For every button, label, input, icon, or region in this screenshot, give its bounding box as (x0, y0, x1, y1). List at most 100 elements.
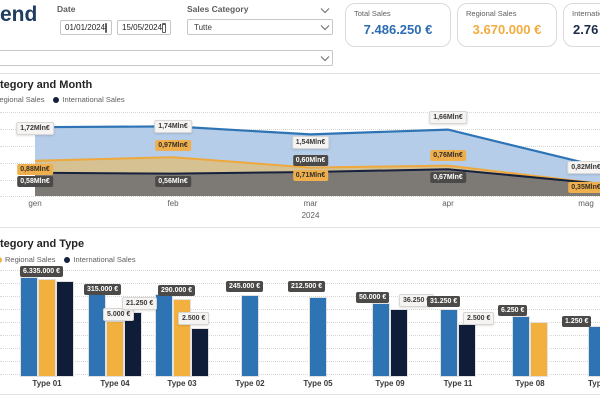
kpi-card-regional-sales: Regional Sales 3.670.000 € (457, 3, 557, 47)
bar-value-label: 50.000 € (356, 292, 390, 303)
calendar-icon (105, 22, 108, 33)
type-label: Type 03 (167, 379, 197, 388)
date-to-value: 15/05/2024 (122, 23, 163, 32)
bar-value-label: 21.250 € (122, 297, 158, 310)
bar-value-label: 1.250 € (562, 316, 592, 327)
area-series-label-international-sales: 0,58Mln€ (17, 175, 53, 187)
legend-dot (64, 256, 71, 263)
bar-international-sales[interactable] (125, 313, 141, 376)
area-series-label-regional-sales: 0,76Mln€ (430, 149, 466, 161)
bar-international-sales[interactable] (192, 329, 208, 376)
legend-item-regional-sales[interactable]: Regional Sales (0, 255, 55, 264)
bar-total-sales[interactable] (441, 310, 457, 376)
type-label: Type 01 (32, 379, 62, 388)
bar-total-sales[interactable] (589, 327, 600, 376)
chevron-down-icon[interactable] (320, 55, 330, 62)
bar-total-sales[interactable] (21, 278, 37, 376)
bar-value-label: 6.250 € (498, 305, 528, 316)
legend-label: Regional Sales (5, 255, 56, 264)
bar-regional-sales[interactable] (531, 323, 547, 376)
type-label: Type 02 (235, 379, 265, 388)
date-filter-label: Date (57, 4, 76, 14)
area-series-label-total-sales: 1,74Mln€ (154, 120, 192, 134)
bar-international-sales[interactable] (391, 310, 407, 376)
area-series-label-regional-sales: 0,97Mln€ (155, 140, 191, 152)
gridline (0, 196, 600, 197)
bar-total-sales[interactable] (156, 295, 172, 376)
month-label: apr (442, 199, 454, 208)
month-label: mag (578, 199, 594, 208)
year-label: 2024 (301, 211, 320, 220)
chevron-down-icon[interactable] (320, 24, 330, 31)
type-label: Type (587, 379, 600, 388)
kpi-value: 2.76 (573, 22, 599, 37)
bar-value-label: 212.500 € (288, 281, 326, 292)
type-label: Type 04 (100, 379, 130, 388)
bar-value-label: 245.000 € (226, 281, 264, 292)
bar-total-sales[interactable] (373, 304, 389, 376)
area-series-label-regional-sales: 0,35Mln€ (568, 182, 600, 193)
area-series-label-international-sales: 0,56Mln€ (155, 175, 191, 187)
date-from-input[interactable]: 01/01/2024 (60, 20, 112, 35)
kpi-card-international-sales: International Sales 2.76 (563, 3, 600, 47)
sales-category-value: Tutte (194, 22, 212, 32)
legend-item-international-sales[interactable]: International Sales (53, 95, 125, 104)
legend-label: International Sales (73, 255, 136, 264)
bar-total-sales[interactable] (242, 296, 258, 376)
area-series-label-regional-sales: 0,71Mln€ (292, 169, 329, 181)
divider (0, 227, 600, 228)
month-chart-title: tegory and Month (0, 79, 93, 91)
date-from-value: 01/01/2024 (65, 23, 106, 32)
bar-value-label: 6.335.000 € (20, 266, 63, 277)
area-series-label-international-sales: 0,60Mln€ (292, 155, 329, 166)
legend-dot (53, 96, 60, 103)
legend-item-regional-sales[interactable]: Regional Sales (0, 95, 44, 104)
bar-value-label: 2.500 € (178, 312, 210, 325)
type-label: Type 09 (375, 379, 405, 388)
legend-dot (0, 256, 2, 263)
bar-value-label: 31.250 € (427, 296, 461, 307)
bar-international-sales[interactable] (57, 282, 73, 376)
kpi-value: 7.486.250 € (363, 22, 433, 37)
page-title: end (0, 3, 38, 26)
sales-category-dropdown[interactable]: Tutte (187, 19, 333, 35)
area-series-label-total-sales: 0,82Mln€ (567, 161, 600, 175)
divider (0, 394, 600, 395)
divider (0, 73, 600, 74)
kpi-label: International Sales (572, 9, 600, 18)
type-chart-title: tegory and Type (0, 238, 85, 250)
area-series-label-international-sales: 0,67Mln€ (430, 172, 466, 184)
month-label: feb (167, 199, 179, 208)
gridline (0, 270, 600, 271)
calendar-icon (162, 22, 166, 33)
type-label: Type 05 (303, 379, 333, 388)
kpi-label: Total Sales (354, 9, 391, 18)
area-chart (34, 125, 600, 196)
legend-label: International Sales (62, 95, 125, 104)
area-series-label-total-sales: 1,54Mln€ (291, 136, 330, 150)
type-label: Type 08 (515, 379, 545, 388)
legend-item-international-sales[interactable]: International Sales (64, 255, 136, 264)
bar-regional-sales[interactable] (39, 280, 55, 376)
kpi-label: Regional Sales (466, 9, 517, 18)
sales-category-filter-label: Sales Category (187, 4, 249, 14)
bar-total-sales[interactable] (513, 317, 529, 376)
type-chart-legend: Regional Sales International Sales (0, 255, 145, 264)
month-label: gen (28, 199, 42, 208)
bar-value-label: 290.000 € (158, 285, 196, 296)
bar-total-sales[interactable] (89, 294, 105, 376)
date-to-input[interactable]: 15/05/2024 (117, 20, 171, 35)
type-label: Type 11 (443, 379, 473, 388)
bar-value-label: 2.500 € (463, 312, 495, 325)
bar-regional-sales[interactable] (107, 322, 123, 376)
month-chart-legend: Regional Sales International Sales (0, 95, 134, 104)
secondary-filter-dropdown[interactable] (0, 50, 333, 66)
kpi-value: 3.670.000 € (472, 22, 542, 37)
area-series-label-total-sales: 1,66Mln€ (429, 110, 467, 124)
legend-label: Regional Sales (0, 95, 45, 104)
bar-international-sales[interactable] (459, 325, 475, 376)
area-series-label-regional-sales: 0,88Mln€ (17, 163, 53, 175)
bar-total-sales[interactable] (310, 298, 326, 376)
area-series-label-total-sales: 1,72Mln€ (16, 122, 54, 136)
chevron-down-icon[interactable] (320, 7, 330, 14)
